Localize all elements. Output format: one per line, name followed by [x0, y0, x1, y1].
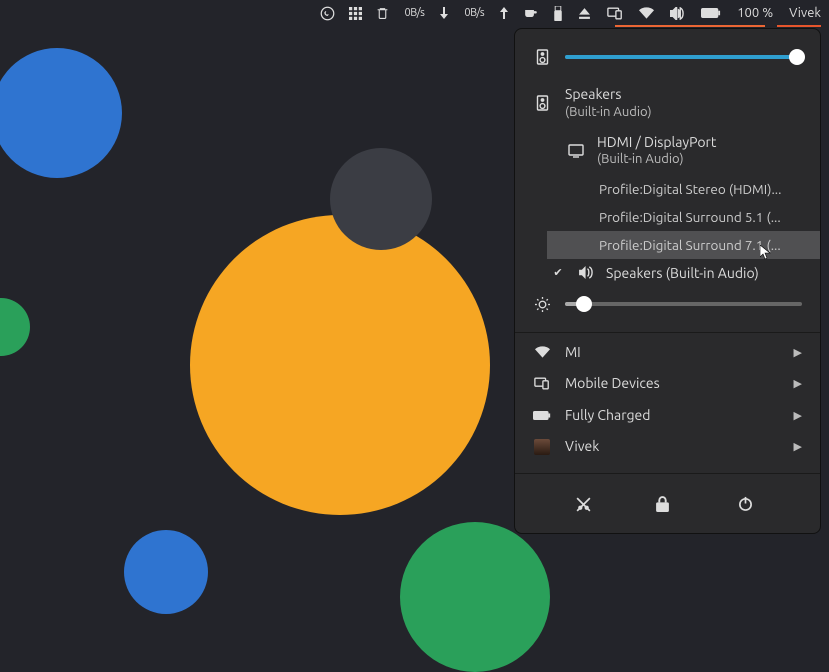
output-sublist: HDMI / DisplayPort (Built-in Audio) Prof… [515, 127, 820, 287]
wifi-icon [533, 346, 551, 358]
lock-icon[interactable] [656, 496, 678, 513]
mobile-devices-icon [533, 377, 551, 390]
selected-output-title: Speakers [606, 265, 662, 281]
speaker-device-icon [533, 49, 551, 65]
top-bar: 0B/s 0B/s 100 % Vivek [0, 0, 829, 26]
audio-profile-item[interactable]: Profile:Digital Surround 5.1 (... [547, 203, 820, 231]
separator [515, 332, 820, 333]
volume-icon[interactable] [670, 7, 685, 20]
volume-slider[interactable] [565, 55, 802, 59]
chevron-right-icon: ▶ [794, 440, 802, 453]
net-down-speed: 0B/s [405, 7, 425, 19]
output-speakers-row[interactable]: Speakers (Built-in Audio) [515, 79, 820, 127]
output-title: Speakers [565, 86, 621, 102]
eject-icon[interactable] [578, 7, 591, 20]
upload-arrow-icon [500, 7, 508, 19]
wifi-row[interactable]: MI ▶ [515, 337, 820, 369]
separator [515, 473, 820, 474]
output-sub: (Built-in Audio) [565, 104, 802, 120]
chevron-right-icon: ▶ [794, 346, 802, 359]
chevron-right-icon: ▶ [794, 409, 802, 422]
wallpaper-circle [0, 298, 30, 356]
download-arrow-icon [440, 7, 448, 19]
caffeine-icon[interactable] [524, 7, 538, 20]
power-icon[interactable] [738, 496, 760, 513]
brightness-slider[interactable] [565, 302, 802, 306]
brightness-icon [533, 297, 551, 312]
wallpaper-circle [330, 148, 432, 250]
wifi-label: MI [565, 344, 780, 362]
battery-label: Fully Charged [565, 407, 780, 425]
settings-icon[interactable] [575, 496, 597, 513]
tray-icons [320, 6, 389, 21]
profile-label: Profile:Digital Surround 7.1 (... [599, 237, 781, 253]
hdmi-sub: (Built-in Audio) [597, 151, 802, 167]
monitor-icon [567, 144, 585, 158]
quick-actions [515, 478, 820, 533]
avatar [533, 439, 551, 455]
battery-icon[interactable] [701, 8, 721, 18]
trash-icon[interactable] [376, 6, 389, 20]
battery-row[interactable]: Fully Charged ▶ [515, 400, 820, 432]
check-icon: ✔ [549, 266, 567, 279]
battery-percent: 100 % [737, 6, 773, 20]
battery-icon [533, 411, 551, 420]
topbar-user[interactable]: Vivek [789, 6, 821, 20]
volume-icon [579, 266, 594, 279]
user-underline [777, 25, 821, 27]
wallpaper-circle [124, 530, 208, 614]
selected-output-sub: (Built-in Audio) [666, 265, 759, 281]
wallpaper-circle [400, 522, 550, 672]
net-up-speed: 0B/s [464, 7, 484, 19]
grid-icon[interactable] [349, 7, 362, 20]
audio-profile-item[interactable]: Profile:Digital Stereo (HDMI)... [547, 175, 820, 203]
audio-profile-item-highlighted[interactable]: Profile:Digital Surround 7.1 (... [547, 231, 820, 259]
brightness-row [515, 287, 820, 328]
hdmi-row[interactable]: HDMI / DisplayPort (Built-in Audio) [547, 127, 820, 175]
user-label: Vivek [565, 438, 780, 456]
hdmi-title: HDMI / DisplayPort [597, 134, 716, 150]
whatsapp-icon[interactable] [320, 6, 335, 21]
user-row[interactable]: Vivek ▶ [515, 431, 820, 463]
usb-icon[interactable] [554, 6, 562, 21]
selected-output-row[interactable]: ✔ Speakers (Built-in Audio) [547, 259, 820, 287]
wallpaper-circle [190, 215, 490, 515]
mobile-label: Mobile Devices [565, 375, 780, 393]
system-menu: Speakers (Built-in Audio) HDMI / Display… [514, 28, 821, 534]
wallpaper-circle [0, 48, 122, 178]
wifi-icon[interactable] [639, 7, 654, 19]
speaker-device-icon [533, 95, 551, 111]
chevron-right-icon: ▶ [794, 377, 802, 390]
mobile-devices-icon[interactable] [607, 7, 623, 20]
volume-row [515, 45, 820, 79]
mobile-devices-row[interactable]: Mobile Devices ▶ [515, 368, 820, 400]
indicator-underline [615, 25, 765, 27]
